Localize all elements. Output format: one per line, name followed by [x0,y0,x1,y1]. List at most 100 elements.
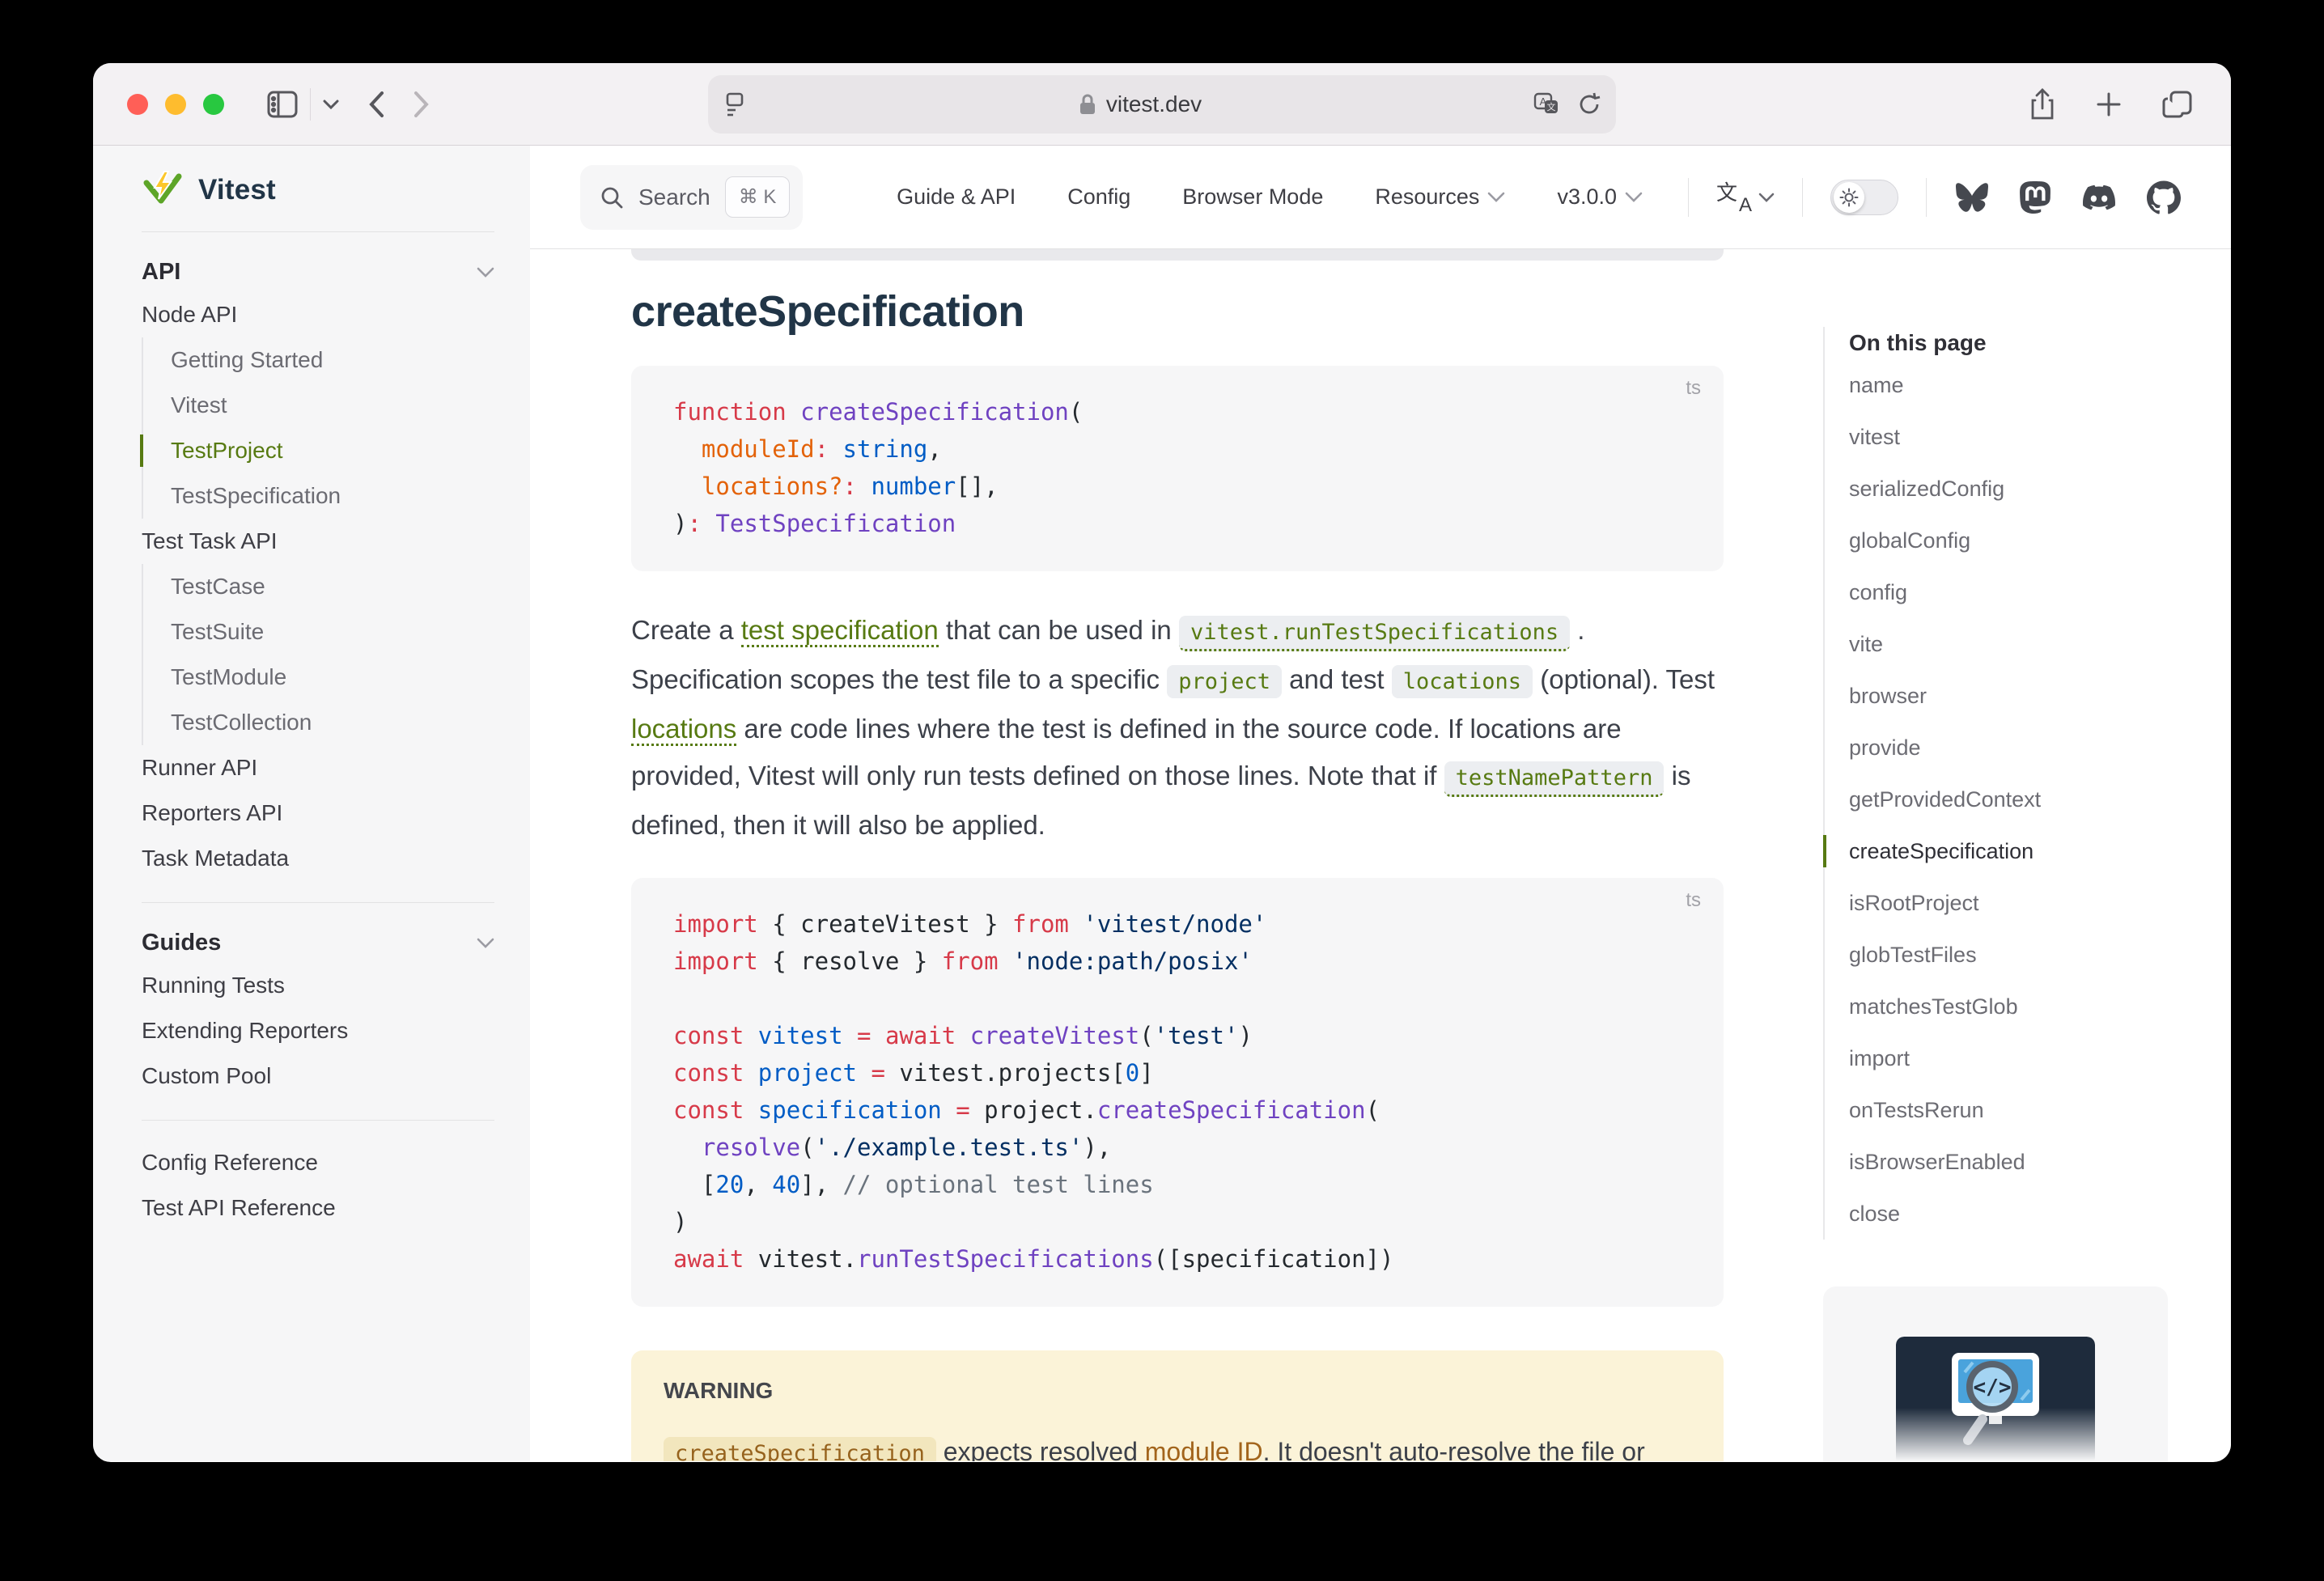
code-token: function [673,398,787,426]
nav-link-config[interactable]: Config [1067,184,1130,210]
new-tab-button[interactable] [2095,91,2123,118]
sidebar-item-test-api-reference[interactable]: Test API Reference [142,1185,494,1231]
nav-link-label: Resources [1375,184,1479,210]
sidebar-item-running-tests[interactable]: Running Tests [142,963,494,1008]
sidebar-item-custom-pool[interactable]: Custom Pool [142,1053,494,1099]
code-token: import [673,910,758,938]
toc-item-globtestfiles[interactable]: globTestFiles [1849,929,2168,981]
sidebar-item-vitest[interactable]: Vitest [142,383,494,428]
language-switcher-button[interactable]: 文A [1716,180,1775,215]
toc-item-ontestsrerun[interactable]: onTestsRerun [1849,1084,2168,1136]
sidebar-item-config-reference[interactable]: Config Reference [142,1140,494,1185]
bluesky-icon [1954,181,1990,214]
nav-link-label: Browser Mode [1182,184,1323,210]
toc-item-import[interactable]: import [1849,1032,2168,1084]
sidebar-item-testspecification[interactable]: TestSpecification [142,473,494,519]
search-input[interactable]: Search ⌘ K [580,165,803,230]
nav-link-v3-0-0[interactable]: v3.0.0 [1557,184,1643,210]
toc-item-isrootproject[interactable]: isRootProject [1849,877,2168,929]
toc-item-browser[interactable]: browser [1849,670,2168,722]
share-button[interactable] [2029,87,2056,121]
toc-item-provide[interactable]: provide [1849,722,2168,774]
sidebar-item-testcase[interactable]: TestCase [142,564,494,609]
toc-item-serializedconfig[interactable]: serializedConfig [1849,463,2168,515]
right-rail: On this page name vitest serializedConfig g… [1823,249,2168,1461]
toc-item-vitest[interactable]: vitest [1849,411,2168,463]
bluesky-link[interactable] [1954,181,1990,214]
sidebar-item-testcollection[interactable]: TestCollection [142,700,494,745]
inline-link[interactable]: module ID [1145,1437,1263,1461]
inline-code-link[interactable]: vitest.runTestSpecifications [1179,616,1570,651]
code-token [702,510,715,537]
inline-code-link[interactable]: testNamePattern [1444,761,1665,797]
back-button[interactable] [367,90,385,119]
brand-logo[interactable]: Vitest [142,167,494,214]
sidebar-group-header[interactable]: Guides [142,922,494,963]
code-token: ( [1069,398,1083,426]
sidebar-group-header[interactable]: API [142,252,494,292]
chevron-down-icon [1487,192,1505,202]
sidebar-item-getting-started[interactable]: Getting Started [142,337,494,383]
toc-item-label: globalConfig [1849,528,1970,553]
page-menu-icon[interactable] [723,91,747,118]
sidebar-item-node-api[interactable]: Node API [142,292,494,337]
sidebar-chevron-button[interactable] [322,99,340,110]
tabs-overview-button[interactable] [2161,89,2194,120]
toc-item-name[interactable]: name [1849,359,2168,411]
code-token [999,947,1012,975]
sidebar-item-testsuite[interactable]: TestSuite [142,609,494,655]
nav-link-guide-api[interactable]: Guide & API [897,184,1016,210]
minimize-window-button[interactable] [165,94,186,115]
sidebar-item-test-task-api[interactable]: Test Task API [142,519,494,564]
toc-item-isbrowserenabled[interactable]: isBrowserEnabled [1849,1136,2168,1188]
reload-button[interactable] [1577,91,1601,117]
inline-link[interactable]: locations [631,714,736,746]
url-text: vitest.dev [1106,91,1202,117]
theme-toggle[interactable] [1830,180,1898,215]
code-token [673,1134,702,1161]
toc-item-label: provide [1849,735,1921,761]
toc-item-close[interactable]: close [1849,1188,2168,1240]
toc-item-label: vitest [1849,425,1900,450]
toc-item-globalconfig[interactable]: globalConfig [1849,515,2168,566]
nav-link-resources[interactable]: Resources [1375,184,1505,210]
toc-title: On this page [1849,327,2168,359]
toc-item-config[interactable]: config [1849,566,2168,618]
sidebar-toggle-button[interactable] [266,90,299,119]
sidebar-item-label: TestCase [171,574,265,600]
toc-item-getprovidedcontext[interactable]: getProvidedContext [1849,774,2168,825]
code-token: createSpecification [1097,1096,1366,1124]
sidebar-item-reporters-api[interactable]: Reporters API [142,790,494,836]
github-link[interactable] [2147,180,2181,214]
translate-button[interactable]: A 文 [1533,92,1561,117]
sidebar-item-testmodule[interactable]: TestModule [142,655,494,700]
sidebar-item-task-metadata[interactable]: Task Metadata [142,836,494,881]
traffic-lights [127,94,224,115]
sidebar-item-label: Extending Reporters [142,1018,348,1044]
toc-item-label: vite [1849,632,1883,657]
close-window-button[interactable] [127,94,148,115]
discord-link[interactable] [2080,181,2118,214]
toc-item-createspecification[interactable]: createSpecification [1849,825,2168,877]
toc-item-matchestestglob[interactable]: matchesTestGlob [1849,981,2168,1032]
forward-button[interactable] [413,90,430,119]
mastodon-icon [2019,180,2051,214]
sidebar-group: GuidesRunning Tests Extending Reporters Cu… [142,902,494,1120]
code-block-example: ts import { createVitest } from 'vitest/… [631,878,1724,1307]
mastodon-link[interactable] [2019,180,2051,214]
inline-link[interactable]: test specification [741,615,939,647]
sidebar-item-testproject[interactable]: TestProject [142,428,494,473]
sponsor-card[interactable]: </> [1823,1286,2168,1461]
vitest-logo-icon [142,170,184,210]
sidebar-item-runner-api[interactable]: Runner API [142,745,494,790]
url-field[interactable]: vitest.dev A 文 [708,75,1616,134]
brand-name: Vitest [198,174,276,206]
toc-item-label: isRootProject [1849,891,1979,916]
toc-item-vite[interactable]: vite [1849,618,2168,670]
sidebar-item-extending-reporters[interactable]: Extending Reporters [142,1008,494,1053]
code-line: moduleId: string, [673,430,1698,468]
zoom-window-button[interactable] [203,94,224,115]
nav-link-browser-mode[interactable]: Browser Mode [1182,184,1323,210]
sidebar-item-label: Runner API [142,755,257,781]
toc-item-label: isBrowserEnabled [1849,1150,2025,1175]
